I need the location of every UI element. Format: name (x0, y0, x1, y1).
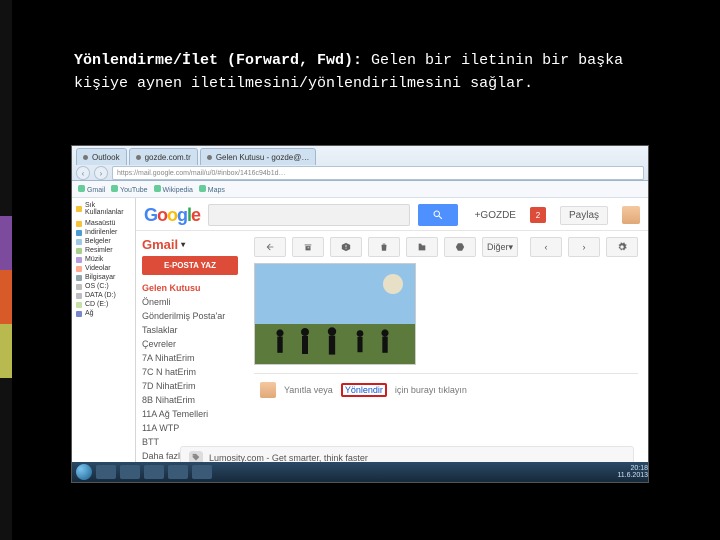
google-logo[interactable]: Google (144, 205, 200, 226)
forward-button[interactable]: › (94, 166, 108, 180)
win-panel-item[interactable]: Ağ (76, 309, 131, 318)
sidebar-label[interactable]: Gelen Kutusu (142, 281, 238, 295)
sidebar-label[interactable]: 11A Ağ Temelleri (142, 407, 238, 421)
forward-link-highlight[interactable]: Yönlendir (341, 383, 387, 397)
sidebar-label[interactable]: 8B NihatErim (142, 393, 238, 407)
reply-text-suffix: için burayı tıklayın (395, 385, 467, 395)
system-clock[interactable]: 20:18 11.6.2013 (617, 465, 648, 479)
sidebar-label[interactable]: 7D NihatErim (142, 379, 238, 393)
email-attachment-image[interactable] (254, 263, 416, 365)
win-panel-item[interactable]: Bilgisayar (76, 273, 131, 282)
browser-tab[interactable]: Gelen Kutusu - gozde@… (200, 148, 317, 165)
share-button[interactable]: Paylaş (560, 206, 608, 225)
spam-icon (341, 242, 351, 252)
start-orb[interactable] (76, 464, 92, 480)
windows-taskbar[interactable]: 20:18 11.6.2013 (72, 462, 648, 482)
search-input[interactable] (208, 204, 410, 226)
arrow-left-icon (265, 242, 275, 252)
screenshot-frame: Outlookgozde.com.trGelen Kutusu - gozde@… (72, 146, 648, 482)
taskbar-item[interactable] (96, 465, 116, 479)
win-panel-item[interactable]: DATA (D:) (76, 291, 131, 300)
win-panel-item[interactable]: Müzik (76, 255, 131, 264)
gmail-brand[interactable]: Gmail▾ (142, 237, 238, 252)
sidebar-label[interactable]: Gönderilmiş Posta'ar (142, 309, 238, 323)
settings-button[interactable] (606, 237, 638, 257)
win-panel-title: Sık Kullanılanlar (85, 202, 131, 216)
win-panel-item[interactable]: CD (E:) (76, 300, 131, 309)
win-panel-item[interactable]: İndirilenler (76, 228, 131, 237)
sidebar-label[interactable]: 7C N hatErim (142, 365, 238, 379)
browser-tab[interactable]: gozde.com.tr (129, 148, 198, 165)
taskbar-item[interactable] (120, 465, 140, 479)
archive-button[interactable] (292, 237, 324, 257)
sidebar-label[interactable]: Çevreler (142, 337, 238, 351)
back-button[interactable]: ‹ (76, 166, 90, 180)
gear-icon (617, 242, 627, 252)
reply-text-prefix: Yanıtla veya (284, 385, 333, 395)
slide-title: Yönlendirme/İlet (Forward, Fwd): (74, 52, 362, 69)
reply-forward-row[interactable]: Yanıtla veya Yönlendir için burayı tıkla… (254, 373, 638, 406)
newer-button[interactable]: › (568, 237, 600, 257)
delete-button[interactable] (368, 237, 400, 257)
search-button[interactable] (418, 204, 458, 226)
avatar[interactable] (622, 206, 640, 224)
win-panel-item[interactable]: Resimler (76, 246, 131, 255)
browser-tab[interactable]: Outlook (76, 148, 127, 165)
win-panel-item[interactable]: Masaüstü (76, 219, 131, 228)
gmail-sidebar: Gmail▾ E-POSTA YAZ Gelen KutusuÖnemliGön… (136, 231, 244, 482)
gmail-content: Diğer ▾ ‹ › (244, 231, 648, 482)
compose-button[interactable]: E-POSTA YAZ (142, 256, 238, 275)
sidebar-label[interactable]: 7A NihatErim (142, 351, 238, 365)
search-icon (432, 209, 444, 221)
bookmarks-bar: Gmail YouTube Wikipedia Maps (72, 181, 648, 198)
bookmark-item[interactable]: Gmail (78, 185, 105, 194)
back-to-inbox-button[interactable] (254, 237, 286, 257)
move-to-button[interactable] (406, 237, 438, 257)
bookmark-item[interactable]: YouTube (111, 185, 147, 194)
gmail-main: Google +GOZDE 2 Paylaş Gmail▾ E-POSTA YA… (136, 198, 648, 482)
notifications-badge[interactable]: 2 (530, 207, 546, 223)
sidebar-label[interactable]: Önemli (142, 295, 238, 309)
sidebar-label[interactable]: 11A WTP (142, 421, 238, 435)
bookmark-item[interactable]: Wikipedia (154, 185, 193, 194)
browser-chrome: Outlookgozde.com.trGelen Kutusu - gozde@… (72, 146, 648, 181)
more-menu-button[interactable]: Diğer ▾ (482, 237, 518, 257)
reply-avatar (260, 382, 276, 398)
bookmark-item[interactable]: Maps (199, 185, 225, 194)
labels-button[interactable] (444, 237, 476, 257)
folder-icon (417, 242, 427, 252)
archive-icon (303, 242, 313, 252)
trash-icon (379, 242, 389, 252)
url-text: https://mail.google.com/mail/u/0/#inbox/… (117, 170, 286, 177)
spam-button[interactable] (330, 237, 362, 257)
windows-side-panel: Sık Kullanılanlar MasaüstüİndirilenlerBe… (72, 198, 136, 482)
taskbar-item[interactable] (192, 465, 212, 479)
older-button[interactable]: ‹ (530, 237, 562, 257)
taskbar-item[interactable] (168, 465, 188, 479)
plus-user[interactable]: +GOZDE (475, 210, 516, 221)
win-panel-item[interactable]: Videolar (76, 264, 131, 273)
win-panel-item[interactable]: Belgeler (76, 237, 131, 246)
address-bar[interactable]: https://mail.google.com/mail/u/0/#inbox/… (112, 166, 644, 180)
taskbar-item[interactable] (144, 465, 164, 479)
sidebar-label[interactable]: Taslaklar (142, 323, 238, 337)
slide-caption: Yönlendirme/İlet (Forward, Fwd): Gelen b… (74, 50, 670, 95)
tag-icon (455, 242, 465, 252)
win-panel-item[interactable]: OS (C:) (76, 282, 131, 291)
